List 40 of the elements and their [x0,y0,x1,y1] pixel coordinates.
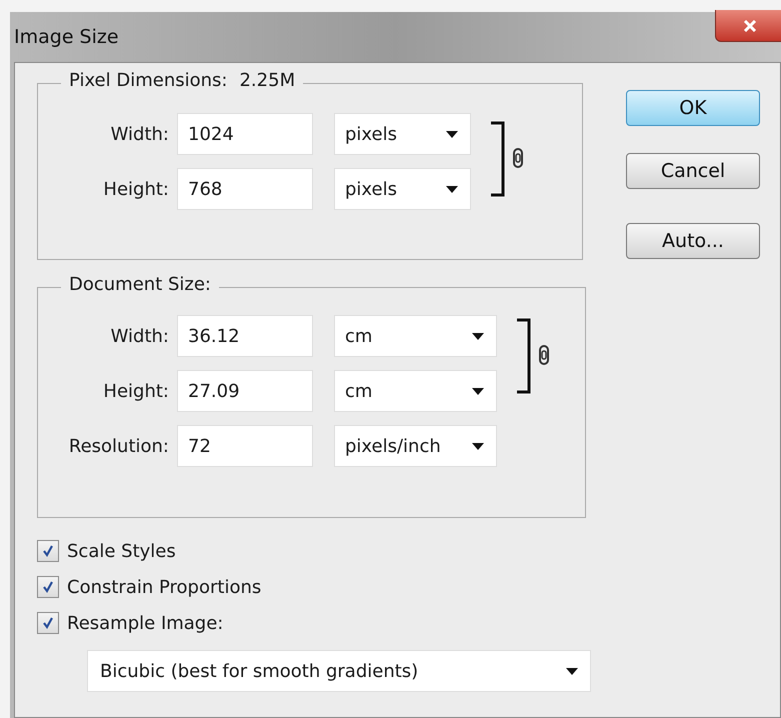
caret-icon [472,442,484,450]
input-field[interactable]: 72 [177,425,313,467]
group-label: Pixel Dimensions: [69,70,228,91]
pixel-size-value: 2.25M [239,70,296,91]
checkbox[interactable] [37,540,59,562]
dialog-button[interactable]: Cancel [626,153,760,189]
field-label: Resolution: [68,436,170,456]
dialog-button[interactable]: OK [626,90,760,126]
input-field[interactable]: 27.09 [177,370,313,412]
field-label: Height: [102,178,170,200]
checkbox-label: Constrain Proportions [67,576,262,598]
checkbox-label: Scale Styles [67,540,176,562]
caret-icon [566,668,578,674]
input-field[interactable]: 1024 [177,113,313,155]
caret-icon [472,388,484,394]
input-field[interactable]: 36.12 [177,315,313,357]
unit-dropdown[interactable]: pixels/inch [334,425,497,467]
field-label: Height: [102,380,170,402]
checkbox[interactable] [37,612,59,634]
input-field[interactable]: 768 [177,168,313,210]
checkmark-icon [41,544,55,558]
close-button[interactable] [715,10,781,42]
caret-icon [472,332,484,340]
resample-dropdown[interactable]: Bicubic (best for smooth gradients) [87,650,591,692]
close-icon [743,20,757,32]
checkmark-icon [41,580,55,594]
group-label: Document Size: [69,274,211,295]
field-label: Width: [110,326,170,346]
unit-dropdown[interactable]: cm [334,370,497,412]
field-label: Width: [110,124,170,144]
dialog-button[interactable]: Auto... [626,223,760,259]
caret-icon [446,130,458,138]
unit-dropdown[interactable]: pixels [334,113,471,155]
checkbox-label: Resample Image: [67,612,224,634]
unit-dropdown[interactable]: pixels [334,168,471,210]
unit-dropdown[interactable]: cm [334,315,497,357]
checkbox[interactable] [37,576,59,598]
caret-icon [446,186,458,192]
checkmark-icon [41,616,55,630]
window-title: Image Size [14,26,119,48]
